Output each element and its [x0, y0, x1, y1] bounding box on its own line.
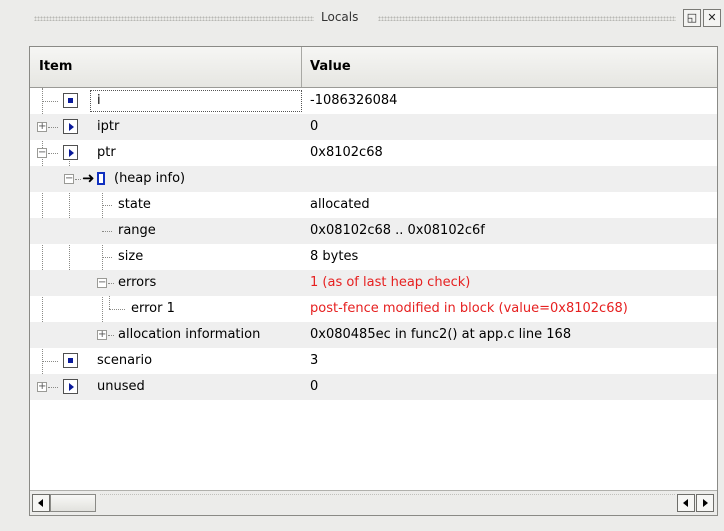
tree-branch-line — [109, 309, 125, 310]
variable-icon — [63, 353, 78, 368]
arrow-right-icon: ➜ — [82, 169, 95, 187]
pointer-icon — [63, 119, 78, 134]
heap-info-icon — [97, 172, 105, 185]
row-name: ptr — [97, 145, 116, 160]
tree-branch-line — [42, 361, 58, 362]
table-row[interactable]: − ptr 0x8102c68 — [30, 140, 717, 166]
arrow-left-icon — [38, 499, 43, 507]
panel-title: Locals — [321, 10, 359, 24]
row-value: 0 — [310, 379, 319, 394]
tree-branch-line — [102, 231, 112, 232]
row-name: scenario — [97, 353, 153, 368]
pointer-icon — [63, 379, 78, 394]
tree-branch-line — [42, 101, 58, 102]
table-row[interactable]: + allocation information 0x080485ec in f… — [30, 322, 717, 348]
title-grip-right[interactable] — [378, 16, 676, 21]
tree-branch-line — [102, 205, 112, 206]
row-name: size — [118, 249, 144, 264]
collapse-icon[interactable]: − — [97, 278, 107, 288]
expand-icon[interactable]: + — [37, 382, 47, 392]
dock-title-bar[interactable]: Locals ◱ ✕ — [0, 0, 724, 34]
row-name: errors — [118, 275, 157, 290]
row-value: 0x080485ec in func2() at app.c line 168 — [310, 327, 572, 342]
row-name: state — [118, 197, 151, 212]
row-value: allocated — [310, 197, 370, 212]
tree-branch-line — [48, 153, 58, 154]
collapse-icon[interactable]: − — [64, 174, 74, 184]
arrow-right-icon — [703, 499, 708, 507]
row-value: 3 — [310, 353, 319, 368]
scroll-right-button[interactable] — [696, 494, 714, 512]
tree-branch-line — [48, 127, 58, 128]
table-row[interactable]: error 1 post-fence modified in block (va… — [30, 296, 717, 322]
table-row[interactable]: i -1086326084 — [30, 88, 717, 114]
tree-branch-line — [102, 257, 112, 258]
table-row[interactable]: state allocated — [30, 192, 717, 218]
tree-branch-line — [108, 283, 114, 284]
variable-icon — [63, 93, 78, 108]
column-header-item[interactable]: Item — [30, 47, 302, 87]
expand-icon[interactable]: + — [97, 330, 107, 340]
arrow-left-icon — [683, 499, 688, 507]
row-value: 1 (as of last heap check) — [310, 275, 471, 290]
pointer-icon — [63, 145, 78, 160]
close-icon[interactable]: ✕ — [703, 9, 721, 27]
table-row[interactable]: − errors 1 (as of last heap check) — [30, 270, 717, 296]
row-value: 0 — [310, 119, 319, 134]
table-row[interactable]: size 8 bytes — [30, 244, 717, 270]
expand-icon[interactable]: + — [37, 122, 47, 132]
scrollbar-track[interactable] — [100, 494, 675, 496]
row-value: 0x08102c68 .. 0x08102c6f — [310, 223, 485, 238]
row-name: i — [97, 93, 101, 108]
row-value: post-fence modified in block (value=0x81… — [310, 301, 628, 316]
row-value: -1086326084 — [310, 93, 398, 108]
table-row[interactable]: range 0x08102c68 .. 0x08102c6f — [30, 218, 717, 244]
row-name: unused — [97, 379, 145, 394]
table-row[interactable]: + iptr 0 — [30, 114, 717, 140]
collapse-icon[interactable]: − — [37, 148, 47, 158]
row-name: (heap info) — [114, 171, 186, 186]
scroll-left-button[interactable] — [32, 494, 50, 512]
row-name: range — [118, 223, 156, 238]
tree-branch-line — [48, 387, 58, 388]
row-value: 0x8102c68 — [310, 145, 383, 160]
scroll-left-button-right[interactable] — [677, 494, 695, 512]
table-row[interactable]: scenario 3 — [30, 348, 717, 374]
row-name: error 1 — [131, 301, 175, 316]
locals-panel: Item Value i -1086326084 + iptr 0 − ptr … — [29, 46, 718, 516]
row-name: iptr — [97, 119, 120, 134]
scrollbar-thumb[interactable] — [50, 494, 96, 512]
title-grip-left[interactable] — [34, 16, 314, 21]
focus-rect — [90, 90, 302, 112]
table-row[interactable]: − ➜ (heap info) — [30, 166, 717, 192]
tree-branch-line — [108, 335, 114, 336]
horizontal-scrollbar[interactable] — [30, 490, 717, 515]
row-value: 8 bytes — [310, 249, 359, 264]
column-header: Item Value — [30, 47, 717, 88]
table-row[interactable]: + unused 0 — [30, 374, 717, 400]
tree-branch-line — [75, 179, 81, 180]
column-header-value[interactable]: Value — [302, 47, 717, 87]
row-name: allocation information — [118, 327, 261, 342]
float-window-icon[interactable]: ◱ — [683, 9, 701, 27]
